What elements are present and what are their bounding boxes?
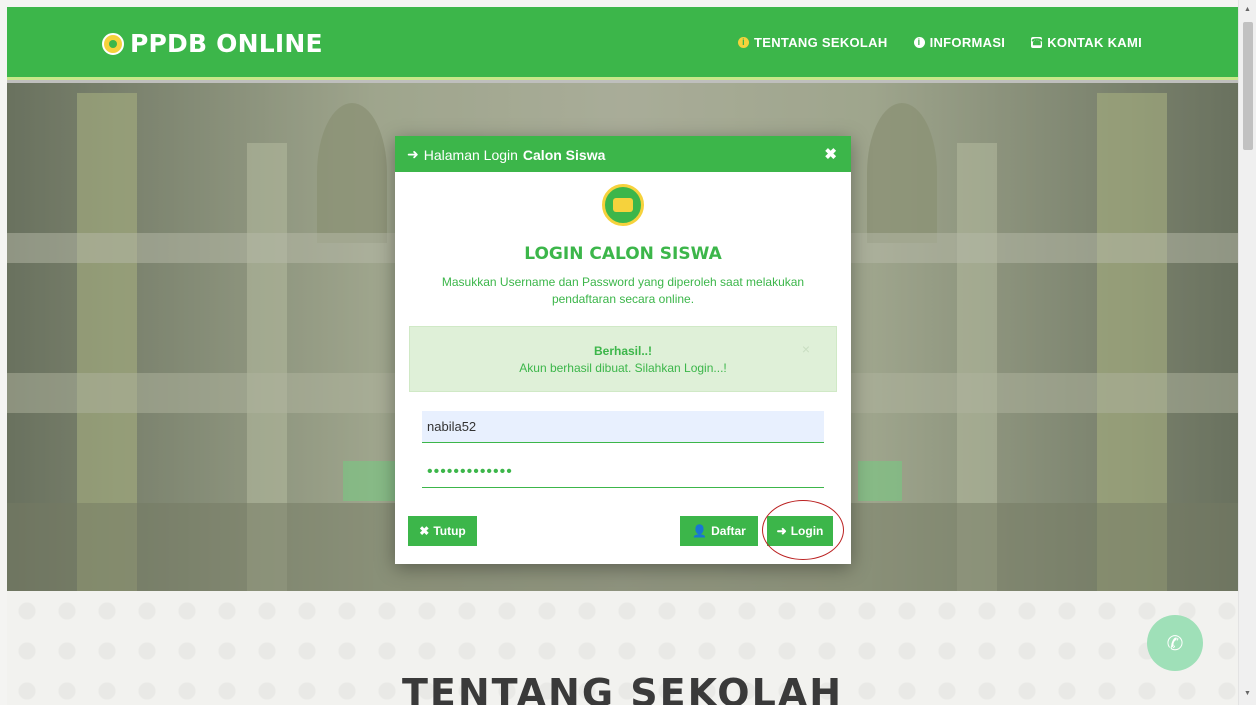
scroll-up-icon[interactable]: ▲ bbox=[1244, 6, 1251, 13]
school-logo bbox=[602, 184, 644, 226]
background-button bbox=[858, 461, 902, 501]
info-icon: i bbox=[913, 37, 925, 48]
nav-item-label: TENTANG SEKOLAH bbox=[754, 35, 888, 50]
close-icon[interactable]: ✖ bbox=[824, 145, 837, 163]
school-icon bbox=[102, 32, 124, 55]
background-button bbox=[343, 461, 403, 501]
password-input[interactable] bbox=[422, 456, 824, 488]
page-scrollbar[interactable]: ▲ ▼ bbox=[1238, 0, 1256, 705]
nav-item-label: INFORMASI bbox=[929, 35, 1006, 50]
sign-in-icon: ➜ bbox=[407, 146, 419, 162]
alert-close-icon[interactable]: × bbox=[802, 341, 810, 357]
success-alert: Berhasil..! Akun berhasil dibuat. Silahk… bbox=[409, 326, 837, 392]
sign-in-icon: ➜ bbox=[776, 524, 787, 538]
scrollbar-thumb[interactable] bbox=[1243, 22, 1253, 150]
login-description: Masukkan Username dan Password yang dipe… bbox=[441, 275, 805, 306]
whatsapp-icon: ✆ bbox=[1166, 632, 1184, 655]
tutup-button[interactable]: ✖ Tutup bbox=[408, 516, 477, 546]
whatsapp-button[interactable]: ✆ bbox=[1147, 615, 1203, 671]
modal-header-bold: Calon Siswa bbox=[522, 146, 606, 163]
brand-text: PPDB ONLINE bbox=[130, 29, 323, 58]
section-title: TENTANG SEKOLAH bbox=[401, 671, 844, 705]
scroll-down-icon[interactable]: ▼ bbox=[1244, 690, 1251, 697]
nav-item-label: KONTAK KAMI bbox=[1047, 35, 1142, 50]
nav-item-informasi[interactable]: i INFORMASI bbox=[913, 35, 1006, 50]
login-title: LOGIN CALON SISWA bbox=[524, 244, 722, 264]
nav-menu: i TENTANG SEKOLAH i INFORMASI ☎ KONTAK K… bbox=[738, 35, 1142, 50]
login-modal: ➜ Halaman Login Calon Siswa ✖ LOGIN CALO… bbox=[395, 136, 851, 564]
nav-item-kontak-kami[interactable]: ☎ KONTAK KAMI bbox=[1031, 35, 1142, 50]
brand-link[interactable]: PPDB ONLINE bbox=[102, 29, 323, 58]
phone-square-icon: ☎ bbox=[1031, 37, 1043, 48]
modal-header: ➜ Halaman Login Calon Siswa ✖ bbox=[395, 136, 851, 172]
username-input[interactable] bbox=[422, 411, 824, 443]
modal-header-prefix: Halaman Login bbox=[423, 146, 518, 163]
close-icon: ✖ bbox=[419, 524, 430, 538]
alert-message: Akun berhasil dibuat. Silahkan Login...! bbox=[519, 361, 727, 375]
user-plus-icon: 👤 bbox=[692, 524, 708, 538]
info-circle-icon: i bbox=[738, 37, 750, 48]
nav-item-tentang-sekolah[interactable]: i TENTANG SEKOLAH bbox=[738, 35, 888, 50]
daftar-label: Daftar bbox=[711, 524, 746, 538]
login-button[interactable]: ➜ Login bbox=[767, 516, 833, 546]
login-label: Login bbox=[790, 524, 824, 538]
alert-heading: Berhasil..! bbox=[593, 344, 653, 358]
navbar: PPDB ONLINE i TENTANG SEKOLAH i INFORMAS… bbox=[7, 7, 1238, 80]
tutup-label: Tutup bbox=[433, 524, 466, 538]
daftar-button[interactable]: 👤 Daftar bbox=[680, 516, 758, 546]
